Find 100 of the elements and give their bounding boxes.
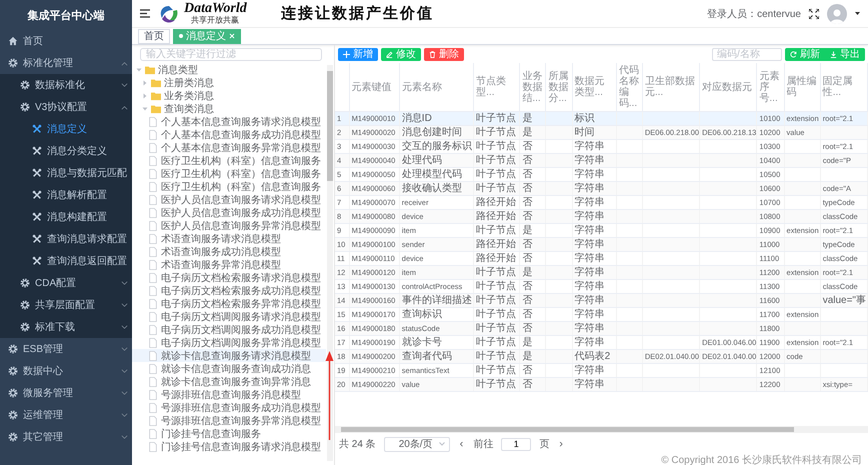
table-cell: 接收确认类型: [399, 182, 474, 196]
tree-item[interactable]: 电子病历文档检索服务请求消息模型: [132, 271, 326, 284]
tree-item[interactable]: 门诊挂号信息查询服务: [132, 427, 326, 440]
gear-icon: [8, 432, 18, 442]
tab[interactable]: 首页: [138, 28, 170, 44]
goto-label: 前往: [473, 438, 494, 451]
tree-item[interactable]: 电子病历文档调阅服务异常消息模型: [132, 336, 326, 349]
tree-item[interactable]: 就诊卡信息查询服务查询异常消息: [132, 375, 326, 388]
menu-item[interactable]: 运维管理: [0, 404, 132, 426]
table-cell: 叶子节点: [474, 266, 520, 280]
tree-item[interactable]: 号源排班信息查询服务消息模型: [132, 388, 326, 401]
tools-icon: [32, 212, 42, 222]
tree-item[interactable]: 电子病历文档调阅服务成功消息模型: [132, 323, 326, 336]
table-cell: 否: [520, 238, 546, 252]
tree-item[interactable]: 术语查询服务成功消息模型: [132, 245, 326, 258]
page-unit: 页: [539, 438, 550, 451]
menu-item[interactable]: 数据标准化: [0, 74, 132, 96]
tree-item[interactable]: 个人基本信息查询服务请求消息模型: [132, 115, 326, 128]
table-cell: 消息创建时间: [399, 126, 474, 140]
tree-item[interactable]: 个人基本信息查询服务成功消息模型: [132, 128, 326, 141]
tree-item[interactable]: 电子病历文档检索服务成功消息模型: [132, 284, 326, 297]
tree-item[interactable]: 医护人员信息查询服务请求消息模型: [132, 193, 326, 206]
prev-page-button[interactable]: ‹: [458, 438, 466, 450]
tree-item[interactable]: 查询类消息: [132, 102, 326, 115]
menu-item[interactable]: 其它管理: [0, 426, 132, 448]
tree-item[interactable]: 就诊卡信息查询服务查询成功消息: [132, 362, 326, 375]
table-cell: 是: [520, 126, 546, 140]
menu-icon[interactable]: [140, 9, 150, 18]
menu-item[interactable]: 标准化管理: [0, 52, 132, 74]
menu-item[interactable]: 消息分类定义: [0, 140, 132, 162]
gear-icon: [20, 102, 30, 112]
table-cell: 字符串: [572, 210, 616, 224]
gear-icon: [8, 58, 18, 68]
caret-icon[interactable]: [855, 12, 860, 15]
tools-icon: [32, 168, 42, 178]
tree-item[interactable]: 号源排班信息查询服务异常消息模型: [132, 414, 326, 427]
tree-item[interactable]: 医护人员信息查询服务异常消息模型: [132, 219, 326, 232]
table-cell: 是: [520, 350, 546, 364]
menu-item[interactable]: 消息解析配置: [0, 184, 132, 206]
tree-item[interactable]: 门诊挂号信息查询服务请求消息模型: [132, 440, 326, 453]
menu-item[interactable]: V3协议配置: [0, 96, 132, 118]
tree-item[interactable]: 医护人员信息查询服务成功消息模型: [132, 206, 326, 219]
close-icon[interactable]: [229, 33, 235, 39]
table-cell: 时间: [572, 126, 616, 140]
tree-item[interactable]: 术语查询服务请求消息模型: [132, 232, 326, 245]
table-cell: 字符串: [572, 294, 616, 308]
page-input[interactable]: 1: [501, 438, 532, 450]
tree-item[interactable]: 电子病历文档调阅服务请求消息模型: [132, 310, 326, 323]
tools-icon: [32, 256, 42, 266]
tree-item[interactable]: 号源排班信息查询服务成功消息模型: [132, 401, 326, 414]
menu-item[interactable]: 数据中心: [0, 360, 132, 382]
scrollbar[interactable]: [335, 426, 868, 433]
logo-icon: [158, 4, 180, 24]
logo-name: DataWorld: [184, 2, 247, 16]
next-page-button[interactable]: ›: [557, 438, 565, 450]
menu-item[interactable]: CDA配置: [0, 272, 132, 294]
table-cell: 否: [520, 294, 546, 308]
search-field[interactable]: 编码/名称: [712, 48, 782, 60]
table-cell: 字符串: [572, 266, 616, 280]
fullscreen-icon[interactable]: [809, 8, 819, 18]
tree-item[interactable]: 医疗卫生机构（科室）信息查询服务: [132, 154, 326, 167]
pencil-icon: [386, 50, 393, 58]
menu-item[interactable]: 微服务管理: [0, 382, 132, 404]
table-cell: 是: [520, 266, 546, 280]
menu-item[interactable]: 首页: [0, 30, 132, 52]
table-cell: 叶子节点: [474, 378, 520, 392]
caret-icon: [438, 442, 445, 446]
app-title: 集成平台中心端: [26, 8, 106, 24]
tree-item[interactable]: 电子病历文档检索服务异常消息模型: [132, 297, 326, 310]
avatar[interactable]: [827, 4, 847, 24]
tree-item[interactable]: 注册类消息: [132, 76, 326, 89]
table-cell: 事件的详细描述: [399, 294, 474, 308]
tree-item[interactable]: 就诊卡信息查询服务请求消息模型: [132, 349, 326, 362]
table-cell: 处理代码: [399, 154, 474, 168]
menu-item[interactable]: 消息定义: [0, 118, 132, 140]
tree-item[interactable]: 业务类消息: [132, 89, 326, 102]
table-cell: 叶子节点: [474, 126, 520, 140]
tree-item[interactable]: 医疗卫生机构（科室）信息查询服务: [132, 180, 326, 193]
menu-item[interactable]: ESB管理: [0, 338, 132, 360]
tree-item[interactable]: 医疗卫生机构（科室）信息查询服务: [132, 167, 326, 180]
tree-item[interactable]: 消息类型: [132, 63, 326, 76]
table-cell: 否: [520, 210, 546, 224]
menu-item[interactable]: 标准下载: [0, 316, 132, 338]
menu-item[interactable]: 共享层面配置: [0, 294, 132, 316]
table-cell: 代码表2: [572, 350, 616, 364]
page-size-select[interactable]: 20条/页: [384, 436, 450, 452]
scrollbar[interactable]: [327, 65, 333, 461]
gear-icon: [8, 410, 18, 420]
menu-item[interactable]: 查询消息返回配置: [0, 250, 132, 272]
menu-item[interactable]: 查询消息请求配置: [0, 228, 132, 250]
menu-item[interactable]: 消息构建配置: [0, 206, 132, 228]
tree-item[interactable]: 个人基本信息查询服务异常消息模型: [132, 141, 326, 154]
tree-item[interactable]: 术语查询服务异常消息模型: [132, 258, 326, 271]
action-button[interactable]: 新增: [338, 48, 378, 60]
table-cell: 字符串: [572, 378, 616, 392]
menu-item[interactable]: 消息与数据元匹配: [0, 162, 132, 184]
table-cell: 字符串: [572, 322, 616, 336]
table-cell: 查询者代码: [399, 350, 474, 364]
table-cell: 字符串: [572, 154, 616, 168]
action-button[interactable]: 删除: [424, 48, 464, 60]
